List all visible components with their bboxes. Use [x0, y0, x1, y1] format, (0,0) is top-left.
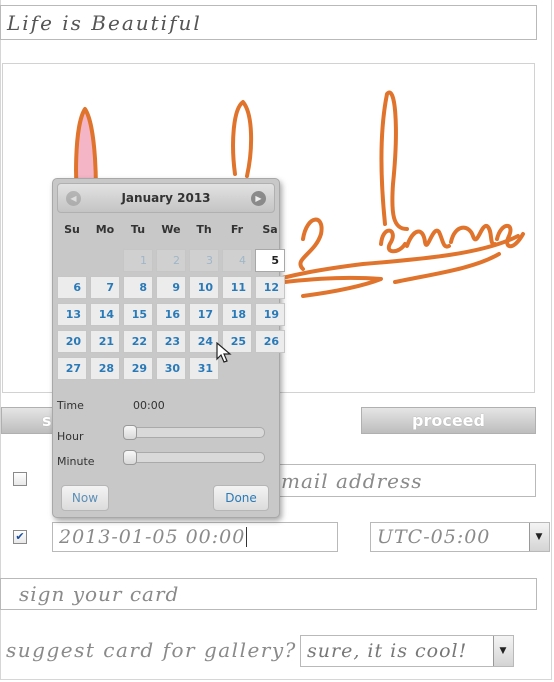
- drawing-stroke: [449, 224, 497, 247]
- hour-slider[interactable]: [123, 425, 265, 440]
- calendar-day[interactable]: 26: [255, 330, 285, 353]
- calendar-day[interactable]: 6: [57, 276, 87, 299]
- calendar-day[interactable]: 16: [156, 303, 186, 326]
- calendar-day[interactable]: 23: [156, 330, 186, 353]
- calendar-day[interactable]: 8: [123, 276, 153, 299]
- now-button[interactable]: Now: [61, 485, 109, 511]
- weekday-header: We: [161, 223, 181, 236]
- calendar-day[interactable]: 17: [189, 303, 219, 326]
- hour-slider-handle[interactable]: [123, 425, 137, 440]
- calendar-day[interactable]: 13: [57, 303, 87, 326]
- calendar-day[interactable]: 10: [189, 276, 219, 299]
- timezone-value: UTC-05:00: [377, 526, 491, 548]
- weekday-header: Sa: [262, 223, 278, 236]
- mouse-pointer-icon: [216, 342, 232, 363]
- drawing-stroke: [405, 228, 451, 249]
- calendar-header: ◀ January 2013 ▶: [57, 183, 275, 213]
- gallery-select-value: sure, it is cool!: [307, 640, 468, 662]
- calendar-day[interactable]: 28: [90, 357, 120, 380]
- chevron-right-icon[interactable]: ▶: [251, 191, 266, 206]
- sign-card-input[interactable]: sign your card: [0, 578, 537, 610]
- calendar-day: 1: [123, 249, 153, 272]
- timezone-select[interactable]: UTC-05:00 ▼: [370, 522, 550, 552]
- datetime-value: 2013-01-05 00:00: [59, 526, 246, 548]
- time-value: 00:00: [133, 399, 165, 412]
- calendar-day[interactable]: 29: [123, 357, 153, 380]
- datetime-picker-popup: ◀ January 2013 ▶ Su Mo Tu We Th Fr Sa 1 2 3 4 5 6 7 8 9…: [52, 178, 285, 518]
- hour-label: Hour: [57, 430, 84, 443]
- proceed-button-label: proceed: [412, 411, 485, 430]
- text-caret: [246, 527, 248, 547]
- sign-card-placeholder: sign your card: [19, 582, 180, 606]
- send-button-label: s: [42, 411, 52, 430]
- calendar-day: 4: [222, 249, 252, 272]
- calendar-day[interactable]: 12: [255, 276, 285, 299]
- calendar-day[interactable]: 9: [156, 276, 186, 299]
- schedule-checkbox[interactable]: ✔: [13, 530, 27, 544]
- weekday-header: Mo: [95, 223, 115, 236]
- now-button-label: Now: [71, 491, 99, 505]
- minute-label: Minute: [57, 455, 95, 468]
- calendar-month-title: January 2013: [121, 191, 211, 205]
- calendar-day[interactable]: 30: [156, 357, 186, 380]
- done-button-label: Done: [225, 491, 257, 505]
- drawing-stroke: [379, 90, 409, 231]
- calendar-day[interactable]: 14: [90, 303, 120, 326]
- calendar-day[interactable]: 15: [123, 303, 153, 326]
- calendar-day-selected[interactable]: 5: [255, 249, 285, 272]
- time-label: Time: [57, 399, 84, 412]
- drawing-stroke: [298, 217, 324, 271]
- weekday-header: Th: [196, 223, 212, 236]
- gallery-select[interactable]: sure, it is cool! ▼: [300, 635, 514, 667]
- weekday-header: Fr: [230, 223, 244, 236]
- calendar-day[interactable]: 24: [189, 330, 219, 353]
- card-title-value: Life is Beautiful: [7, 10, 202, 35]
- chevron-down-icon[interactable]: ▼: [529, 523, 549, 551]
- drawing-stroke: [251, 234, 520, 298]
- calendar-day[interactable]: 21: [90, 330, 120, 353]
- minute-slider-handle[interactable]: [123, 450, 137, 465]
- weekday-header: Su: [64, 223, 80, 236]
- email-checkbox[interactable]: [13, 472, 27, 486]
- card-title-input[interactable]: Life is Beautiful: [0, 5, 537, 40]
- gallery-question-label: suggest card for gallery?: [6, 638, 297, 662]
- email-placeholder: mail address: [281, 468, 423, 493]
- weekday-header: Tu: [130, 223, 146, 236]
- calendar-day: 3: [189, 249, 219, 272]
- calendar-day[interactable]: 19: [255, 303, 285, 326]
- calendar-day[interactable]: 11: [222, 276, 252, 299]
- minute-slider[interactable]: [123, 450, 265, 465]
- done-button[interactable]: Done: [213, 485, 269, 511]
- drawing-stroke: [231, 100, 254, 178]
- chevron-down-icon[interactable]: ▼: [493, 636, 513, 666]
- datetime-input[interactable]: 2013-01-05 00:00: [52, 522, 338, 552]
- calendar-day[interactable]: 27: [57, 357, 87, 380]
- calendar-day[interactable]: 7: [90, 276, 120, 299]
- calendar-day: 2: [156, 249, 186, 272]
- chevron-left-icon[interactable]: ◀: [66, 191, 81, 206]
- calendar-day[interactable]: 31: [189, 357, 219, 380]
- calendar-day[interactable]: 20: [57, 330, 87, 353]
- drawing-stroke: [379, 228, 407, 254]
- calendar-day[interactable]: 18: [222, 303, 252, 326]
- calendar-day[interactable]: 22: [123, 330, 153, 353]
- proceed-button[interactable]: proceed: [361, 407, 536, 434]
